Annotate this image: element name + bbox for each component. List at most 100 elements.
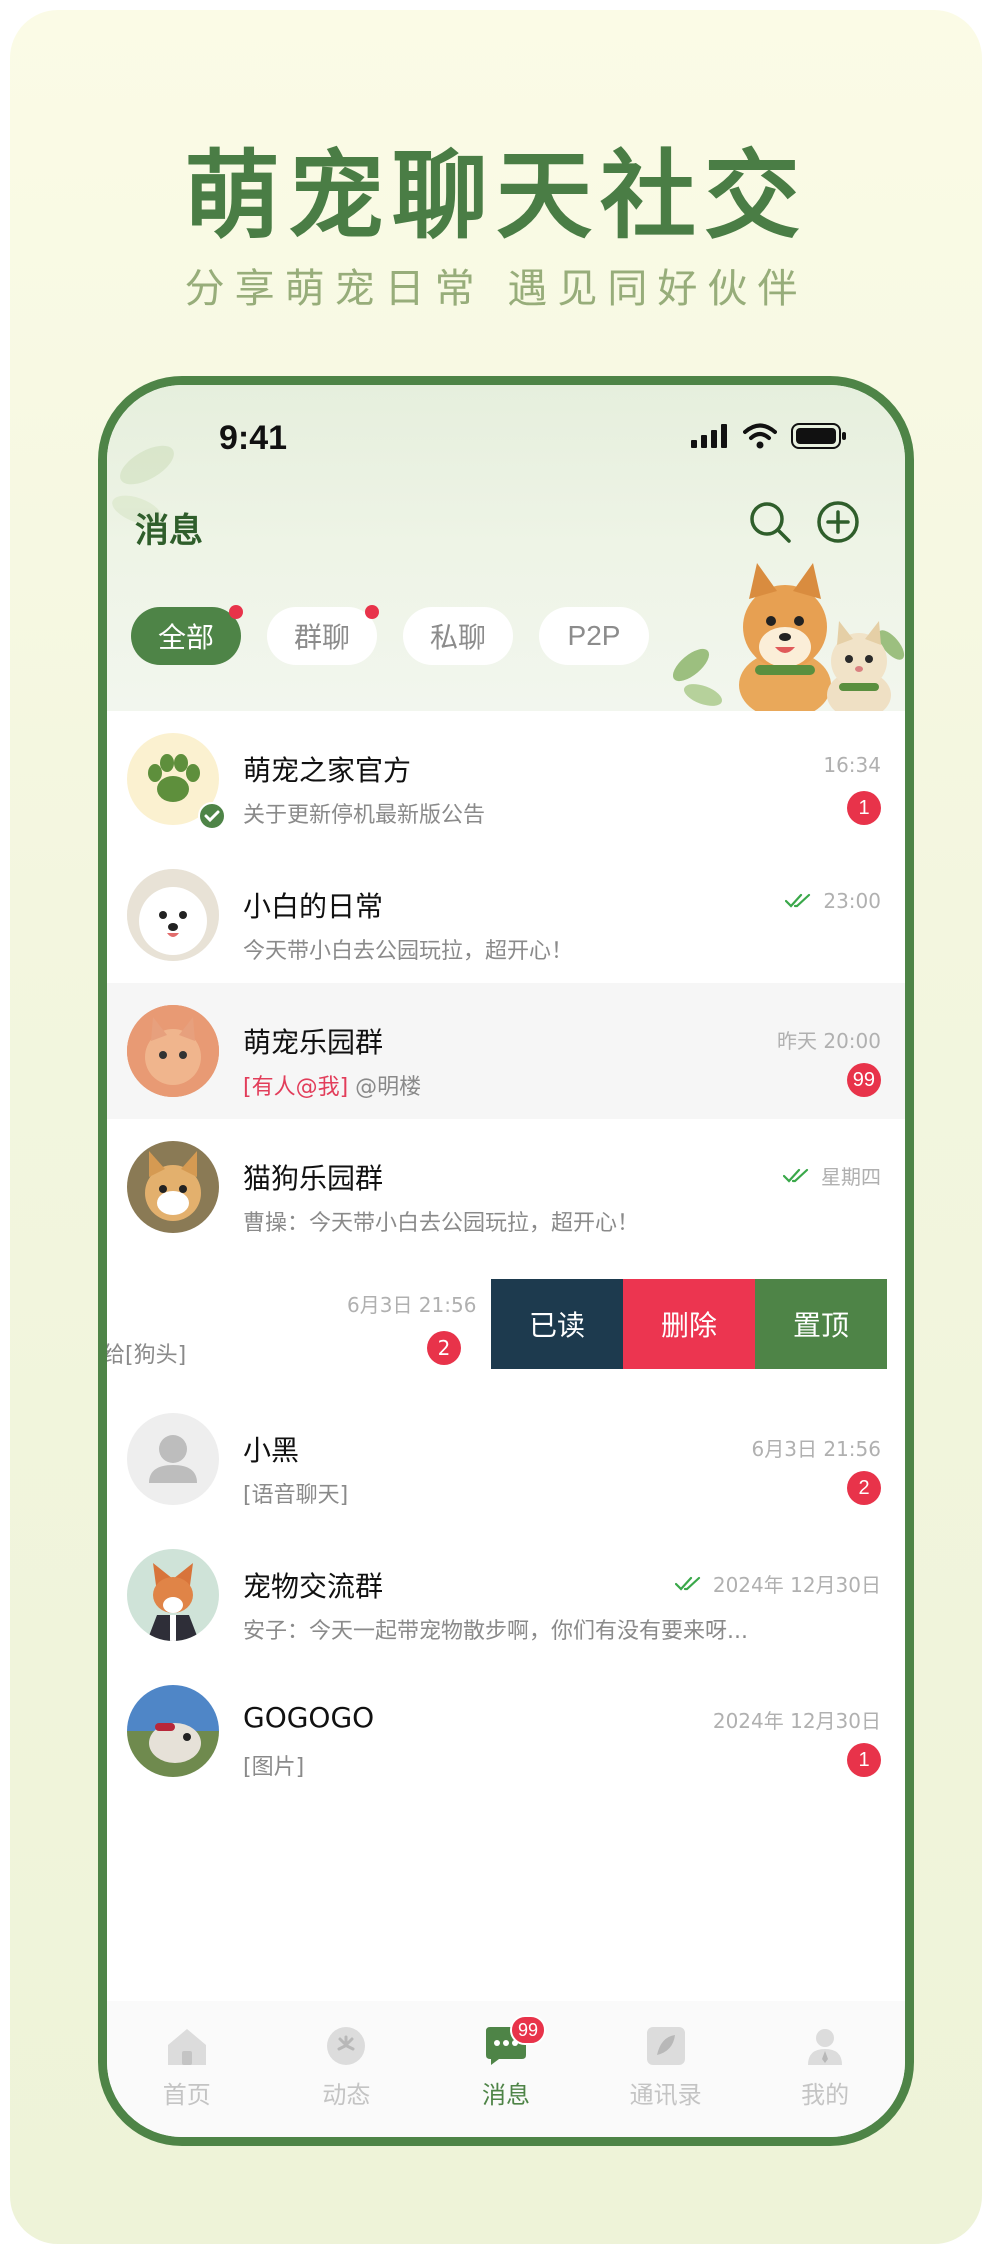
conversation-row[interactable]: GOGOGO [图片] 2024年 12月30日 1	[107, 1663, 905, 1799]
tabbar-contacts[interactable]: 通讯录	[606, 2025, 726, 2110]
promo-poster: 萌宠聊天社交 分享萌宠日常 遇见同好伙伴 9:41 消息 全部 群聊 私聊 P2…	[10, 10, 982, 2244]
conversation-time: 6月3日 21:56	[752, 1433, 881, 1462]
delete-button[interactable]: 删除	[623, 1279, 755, 1369]
verified-icon	[198, 802, 226, 830]
tab-label: 私聊	[429, 622, 486, 653]
tab-p2p[interactable]: P2P	[539, 607, 649, 665]
time-text: 16:34	[823, 753, 881, 777]
tabbar-home[interactable]: 首页	[127, 2025, 247, 2110]
pin-button[interactable]: 置顶	[755, 1279, 887, 1369]
conversation-preview: 关于更新停机最新版公告	[243, 803, 486, 828]
conversation-preview: 曹操：今天带小白去公园玩拉，超开心！	[243, 1211, 640, 1236]
white-dog-avatar-icon	[127, 869, 219, 961]
conversation-preview: [有人@我] @明楼	[243, 1069, 421, 1101]
conversation-preview: [语音聊天]	[243, 1483, 349, 1508]
unread-badge: 2	[427, 1331, 461, 1365]
conversation-row[interactable]: 萌宠之家官方 关于更新停机最新版公告 16:34 1	[107, 711, 905, 847]
avatar	[127, 1005, 219, 1097]
conversation-row[interactable]: 小白的日常 今天带小白去公园玩拉，超开心！ 23:00	[107, 847, 905, 983]
wifi-icon	[743, 423, 777, 449]
page-title: 消息	[135, 511, 203, 551]
unread-badge: 1	[847, 1743, 881, 1777]
tab-all[interactable]: 全部	[131, 605, 243, 665]
plus-circle-icon[interactable]	[815, 499, 861, 545]
conversation-time: 昨天 20:00	[777, 1025, 881, 1054]
filter-tabs: 全部 群聊 私聊 P2P	[131, 605, 649, 665]
feed-icon	[327, 2027, 366, 2065]
profile-icon	[808, 2029, 843, 2065]
tabbar-label: 通讯录	[629, 2081, 702, 2109]
search-icon[interactable]	[747, 499, 793, 545]
conversation-preview: 给[狗头]	[103, 1343, 187, 1368]
unread-badge: 99	[846, 1063, 881, 1097]
tab-label: P2P	[567, 620, 621, 651]
fox-avatar-icon	[127, 1549, 219, 1641]
time-text: 2024年 12月30日	[712, 1573, 881, 1597]
avatar	[127, 1141, 219, 1233]
conversation-row[interactable]: 猫狗乐园群 曹操：今天带小白去公园玩拉，超开心！ 星期四	[107, 1119, 905, 1255]
unread-badge: 2	[847, 1471, 881, 1505]
conversation-row-swiped[interactable]: 6月3日 21:56 给[狗头] 2 已读 删除 置顶	[107, 1255, 905, 1391]
dog-photo-avatar-icon	[127, 1685, 219, 1777]
tabbar-profile[interactable]: 我的	[765, 2025, 885, 2110]
promo-headline: 萌宠聊天社交	[184, 140, 808, 252]
bottom-tab-bar: 首页 动态 99 消息 通讯录 我的	[107, 2001, 905, 2137]
unread-badge: 1	[847, 791, 881, 825]
conversation-name: 小黑	[243, 1434, 300, 1467]
time-text: 2024年 12月30日	[712, 1709, 881, 1733]
avatar	[127, 1549, 219, 1641]
tab-label: 群聊	[293, 622, 350, 653]
pets-illustration-icon	[673, 563, 905, 715]
tab-label: 全部	[157, 622, 214, 653]
double-check-icon	[674, 1576, 700, 1591]
messages-header: 9:41 消息 全部 群聊 私聊 P2P	[107, 385, 905, 715]
conversation-name: 小白的日常	[243, 890, 384, 923]
conversation-row[interactable]: 宠物交流群 安子：今天一起带宠物散步啊，你们有没有要来呀... 2024年 12…	[107, 1527, 905, 1663]
contacts-icon	[646, 2027, 685, 2065]
preview-text: @明楼	[348, 1075, 422, 1100]
conversation-time: 23:00	[785, 889, 881, 913]
conversation-name: GOGOGO	[243, 1701, 375, 1734]
signal-icon	[691, 424, 727, 448]
avatar	[127, 1413, 219, 1505]
conversation-name: 萌宠乐园群	[243, 1026, 384, 1059]
conversation-row[interactable]: 小黑 [语音聊天] 6月3日 21:56 2	[107, 1391, 905, 1527]
phone-frame: 9:41 消息 全部 群聊 私聊 P2P 萌宠之家官方 关于更新停机最新版公告 …	[98, 376, 914, 2146]
tabbar-messages[interactable]: 99 消息	[446, 2015, 566, 2110]
mark-read-button[interactable]: 已读	[491, 1279, 623, 1369]
status-time: 9:41	[219, 419, 288, 457]
tab-group-chat[interactable]: 群聊	[267, 605, 379, 665]
avatar	[127, 869, 219, 961]
tabbar-label: 消息	[481, 2081, 530, 2109]
double-check-icon	[785, 893, 811, 908]
unread-dot	[365, 605, 379, 619]
conversation-preview: 今天带小白去公园玩拉，超开心！	[243, 939, 574, 964]
unread-dot	[229, 605, 243, 619]
conversation-name: 猫狗乐园群	[243, 1162, 384, 1195]
mention-tag: [有人@我]	[243, 1075, 349, 1100]
conversation-list: 萌宠之家官方 关于更新停机最新版公告 16:34 1 小白的日常 今天带小白去公…	[107, 711, 905, 1799]
tabbar-label: 我的	[801, 2081, 850, 2109]
tab-private-chat[interactable]: 私聊	[403, 607, 513, 665]
conversation-preview: [图片]	[243, 1755, 305, 1780]
conversation-time: 16:34	[823, 753, 881, 777]
tabbar-feed[interactable]: 动态	[286, 2025, 406, 2110]
time-text: 星期四	[821, 1165, 881, 1189]
conversation-time: 星期四	[783, 1161, 881, 1190]
double-check-icon	[783, 1168, 809, 1183]
tabbar-label: 首页	[162, 2081, 211, 2109]
corgi-avatar-icon	[127, 1141, 219, 1233]
conversation-preview: 安子：今天一起带宠物散步啊，你们有没有要来呀...	[243, 1619, 748, 1644]
conversation-time: 2024年 12月30日	[674, 1569, 881, 1598]
conversation-time: 2024年 12月30日	[713, 1705, 881, 1734]
tabbar-unread-badge: 99	[509, 2015, 547, 2045]
tabbar-label: 动态	[322, 2081, 371, 2109]
default-user-icon	[149, 1435, 197, 1483]
time-text: 23:00	[823, 889, 881, 913]
cat-avatar-icon	[127, 1005, 219, 1097]
conversation-time: 6月3日 21:56	[347, 1293, 477, 1317]
battery-icon	[791, 423, 846, 449]
conversation-row[interactable]: 萌宠乐园群 [有人@我] @明楼 昨天 20:00 99	[107, 983, 905, 1119]
time-text: 6月3日 21:56	[751, 1437, 881, 1461]
time-text: 昨天 20:00	[777, 1029, 881, 1053]
